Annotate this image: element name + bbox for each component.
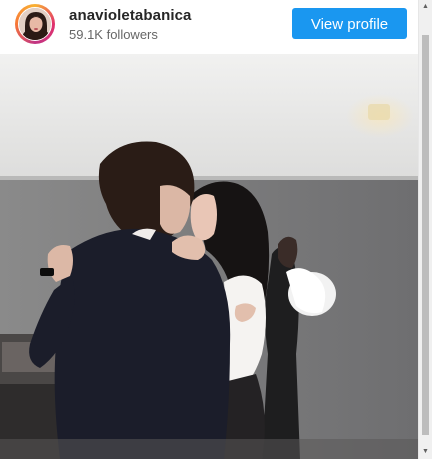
followers-count: 59.1K followers [69,27,158,42]
profile-header: anavioletabanica 59.1K followers View pr… [0,0,418,52]
scrollbar-thumb[interactable] [422,35,429,435]
vertical-scrollbar[interactable]: ▲ ▼ [419,0,432,459]
triangle-down-icon[interactable]: ▼ [419,445,432,459]
post-photo[interactable] [0,54,418,459]
view-profile-button[interactable]: View profile [292,8,407,39]
avatar-ring[interactable] [15,4,55,44]
avatar[interactable] [18,7,52,41]
triangle-up-icon[interactable]: ▲ [419,0,432,14]
instagram-embed: anavioletabanica 59.1K followers View pr… [0,0,419,459]
username[interactable]: anavioletabanica [69,7,192,24]
